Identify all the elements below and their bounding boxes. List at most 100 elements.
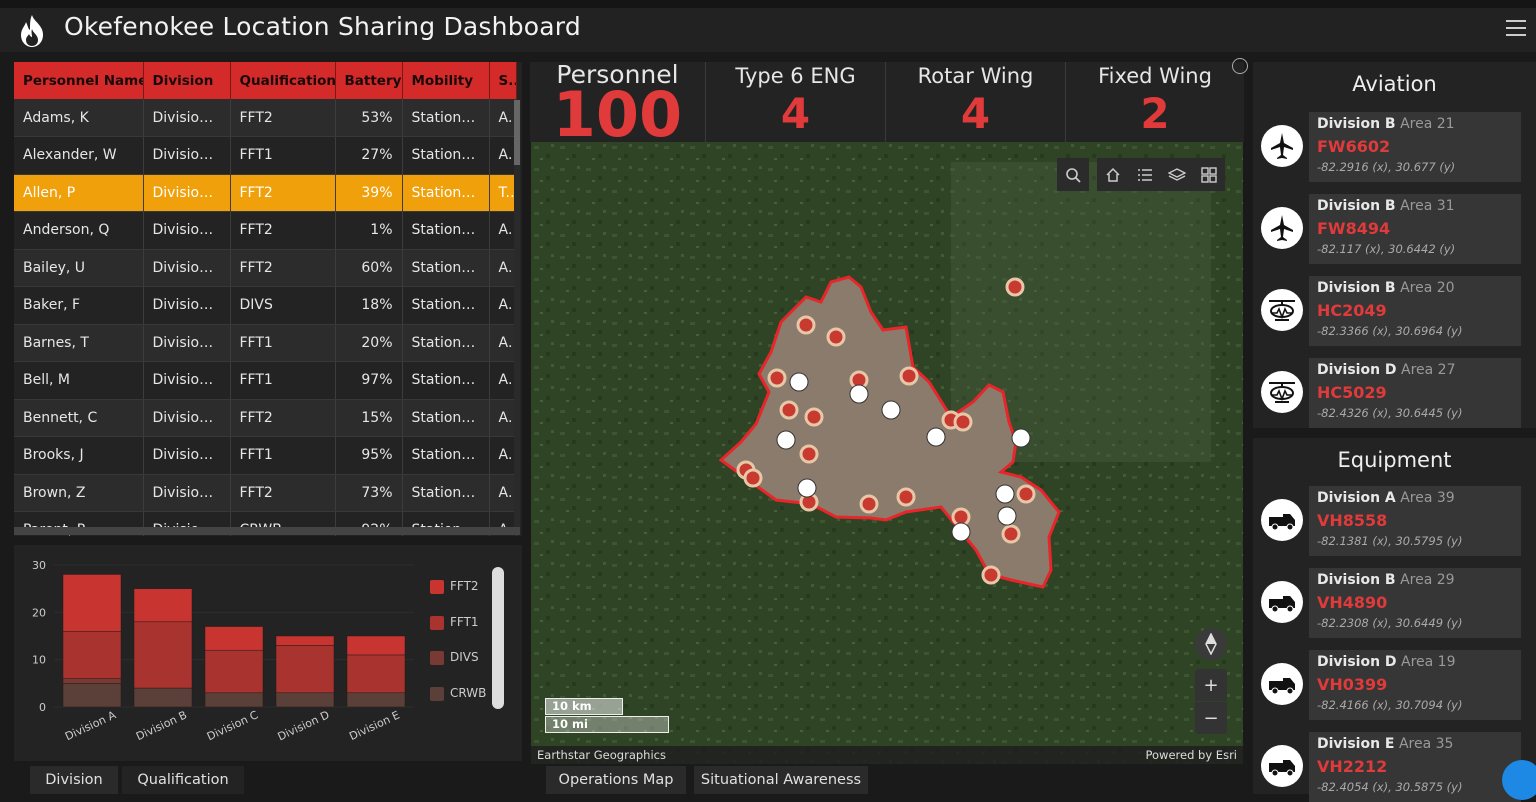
map-legend-button[interactable] bbox=[1129, 158, 1161, 191]
plane-icon bbox=[1261, 207, 1303, 249]
aviation-card[interactable]: Division B Area 21 FW6602 -82.2916 (x), 30… bbox=[1309, 112, 1521, 182]
vehicle-marker[interactable] bbox=[997, 506, 1017, 526]
bar-segment-fft2[interactable] bbox=[133, 588, 193, 623]
bar-segment-crwb[interactable] bbox=[275, 692, 335, 708]
zoom-in-button[interactable]: + bbox=[1195, 669, 1227, 701]
vehicle-marker[interactable] bbox=[951, 522, 971, 542]
table-row[interactable]: Anderson, QDivision AFFT21%StationaryA..… bbox=[14, 211, 517, 250]
bar-segment-crwb[interactable] bbox=[204, 692, 264, 708]
table-row[interactable]: Alexander, W Division A FFT1 27% Stationary A… bbox=[14, 136, 517, 175]
bar-segment-crwb[interactable] bbox=[62, 683, 122, 708]
aviation-card[interactable]: Division B Area 20 HC2049 -82.3366 (x), 30… bbox=[1309, 276, 1521, 346]
legend-item-fft1[interactable]: FFT1 bbox=[430, 611, 494, 647]
minus-icon: − bbox=[1203, 707, 1219, 729]
map-layers-button[interactable] bbox=[1161, 158, 1193, 191]
personnel-marker[interactable] bbox=[826, 327, 846, 347]
equipment-card[interactable]: Division E Area 35 VH2212 -82.4054 (x), 30… bbox=[1309, 732, 1521, 802]
table-cell: 73% bbox=[335, 474, 403, 512]
compass-button[interactable] bbox=[1195, 628, 1227, 660]
tab-operations-map[interactable]: Operations Map bbox=[546, 766, 686, 794]
map-canvas[interactable] bbox=[531, 142, 1243, 764]
legend-item-crwb[interactable]: CRWB bbox=[430, 682, 494, 718]
refresh-button[interactable] bbox=[1502, 760, 1536, 800]
table-row[interactable]: Allen, PDivision CFFT239%StationaryT... bbox=[14, 174, 517, 212]
personnel-marker[interactable] bbox=[859, 494, 879, 514]
personnel-marker[interactable] bbox=[1016, 484, 1036, 504]
bar-segment-fft1[interactable] bbox=[204, 649, 264, 694]
table-row[interactable]: Bennett, CDivision BFFT215%StationaryA..… bbox=[14, 399, 517, 437]
bar-segment-fft1[interactable] bbox=[62, 631, 122, 679]
table-row[interactable]: Bailey, UDivision BFFT260%StationaryA... bbox=[14, 249, 517, 287]
vehicle-marker[interactable] bbox=[1011, 428, 1031, 448]
bar-segment-crwb[interactable] bbox=[133, 687, 193, 708]
attribution-right[interactable]: Powered by Esri bbox=[1146, 748, 1238, 762]
tab-qualification[interactable]: Qualification bbox=[122, 766, 244, 794]
equipment-title: Equipment bbox=[1337, 448, 1452, 472]
vehicle-marker[interactable] bbox=[881, 400, 901, 420]
aviation-card[interactable]: Division D Area 27 HC5029 -82.4326 (x), 30… bbox=[1309, 358, 1521, 428]
table-row[interactable]: Brown, ZDivision AFFT273%StationaryA... bbox=[14, 474, 517, 512]
personnel-marker[interactable] bbox=[896, 487, 916, 507]
vehicle-marker[interactable] bbox=[926, 427, 946, 447]
tab-division[interactable]: Division bbox=[30, 766, 118, 794]
bar-segment-fft2[interactable] bbox=[346, 635, 406, 656]
table-row[interactable]: Brooks, JDivision BFFT195%StationaryA... bbox=[14, 436, 517, 475]
bar-segment-fft1[interactable] bbox=[346, 654, 406, 694]
table-vertical-scrollbar[interactable] bbox=[514, 100, 520, 530]
bar-segment-divs[interactable] bbox=[62, 678, 122, 684]
personnel-marker[interactable] bbox=[981, 565, 1001, 585]
personnel-marker[interactable] bbox=[899, 366, 919, 386]
helicopter-icon bbox=[1261, 289, 1303, 331]
vehicle-marker[interactable] bbox=[789, 372, 809, 392]
bar-segment-fft1[interactable] bbox=[275, 645, 335, 694]
equipment-card[interactable]: Division B Area 29 VH4890 -82.2308 (x), 30… bbox=[1309, 568, 1521, 638]
personnel-marker[interactable] bbox=[799, 444, 819, 464]
card-id: VH4890 bbox=[1317, 593, 1388, 612]
bar-segment-fft2[interactable] bbox=[62, 574, 122, 632]
legend-item-divs[interactable]: DIVS bbox=[430, 646, 494, 682]
bar-segment-fft2[interactable] bbox=[204, 626, 264, 651]
vehicle-marker[interactable] bbox=[995, 484, 1015, 504]
zoom-out-button[interactable]: − bbox=[1195, 702, 1227, 734]
map-home-button[interactable] bbox=[1097, 158, 1129, 191]
map-search-button[interactable] bbox=[1057, 158, 1089, 191]
bar-segment-fft1[interactable] bbox=[133, 621, 193, 689]
table-row[interactable]: Baker, FDivision DDIVS18%StationaryA... bbox=[14, 286, 517, 325]
column-header[interactable]: S... bbox=[489, 62, 517, 99]
vehicle-marker[interactable] bbox=[849, 384, 869, 404]
map-basemap-button[interactable] bbox=[1193, 158, 1225, 191]
tab-situational-awareness[interactable]: Situational Awareness bbox=[694, 766, 868, 794]
personnel-marker[interactable] bbox=[796, 315, 816, 335]
personnel-marker[interactable] bbox=[767, 368, 787, 388]
scrollbar-thumb[interactable] bbox=[514, 100, 520, 165]
table-row[interactable]: Barnes, TDivision DFFT120%StationaryA... bbox=[14, 324, 517, 362]
personnel-marker[interactable] bbox=[804, 407, 824, 427]
bar-segment-crwb[interactable] bbox=[346, 692, 406, 708]
personnel-marker[interactable] bbox=[1005, 277, 1025, 297]
bar-segment-fft2[interactable] bbox=[275, 635, 335, 646]
personnel-marker[interactable] bbox=[743, 468, 763, 488]
personnel-marker[interactable] bbox=[1001, 524, 1021, 544]
column-header[interactable]: Division bbox=[143, 62, 231, 99]
hamburger-menu-icon[interactable] bbox=[1506, 20, 1526, 38]
equipment-card[interactable]: Division D Area 19 VH0399 -82.4166 (x), 30… bbox=[1309, 650, 1521, 720]
expand-icon[interactable] bbox=[1232, 58, 1248, 74]
aviation-card[interactable]: Division B Area 31 FW8494 -82.117 (x), 30.… bbox=[1309, 194, 1521, 264]
column-header[interactable]: Qualification bbox=[230, 62, 336, 99]
column-header[interactable]: Personnel Name bbox=[14, 62, 144, 99]
column-header[interactable]: Battery bbox=[335, 62, 403, 99]
legend-item-fft2[interactable]: FFT2 bbox=[430, 575, 494, 611]
table-cell: Division D bbox=[143, 286, 231, 325]
table-row[interactable]: Adams, KDivision CFFT253%StationaryA... bbox=[14, 99, 517, 137]
operations-map[interactable]: + − 10 km 10 mi Earthstar Geographics Po… bbox=[531, 142, 1243, 764]
table-row[interactable]: Bell, MDivision BFFT197%StationaryA... bbox=[14, 361, 517, 400]
legend-scrollbar[interactable] bbox=[492, 567, 504, 709]
card-division: Division D Area 27 bbox=[1317, 362, 1456, 378]
table-horizontal-scrollbar[interactable] bbox=[14, 527, 520, 535]
vehicle-marker[interactable] bbox=[776, 430, 796, 450]
personnel-marker[interactable] bbox=[779, 400, 799, 420]
personnel-marker[interactable] bbox=[953, 412, 973, 432]
vehicle-marker[interactable] bbox=[797, 478, 817, 498]
column-header[interactable]: Mobility bbox=[402, 62, 490, 99]
equipment-card[interactable]: Division A Area 39 VH8558 -82.1381 (x), 30… bbox=[1309, 486, 1521, 556]
